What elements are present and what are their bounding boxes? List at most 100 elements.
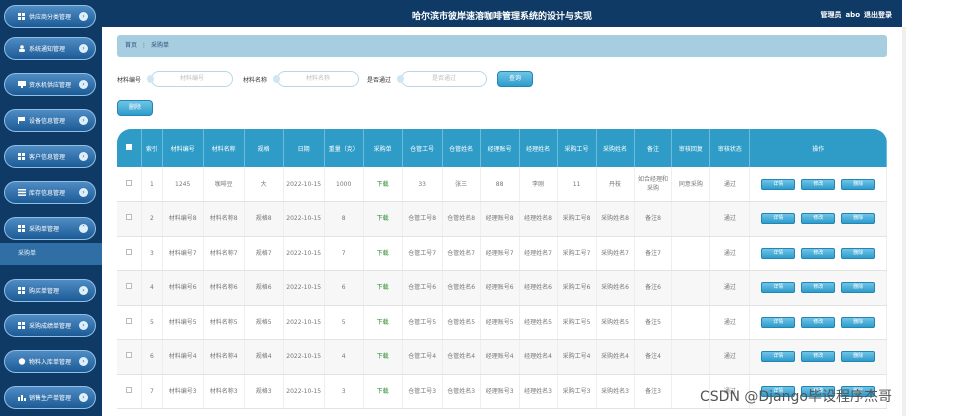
delete-button[interactable]: 删除 [841,316,876,328]
row-select-cell[interactable] [117,374,143,409]
row-checkbox[interactable] [126,179,133,186]
sidebar-item-purchase-order[interactable]: 采购单管理 ˄ [4,217,96,240]
sidebar-item-material-in[interactable]: 物料入库单管理 › [4,350,96,373]
cell-wk-name: 张三 [442,167,481,202]
edit-button[interactable]: 修改 [801,282,836,294]
detail-button[interactable]: 详情 [761,282,796,294]
row-select-cell[interactable] [117,236,143,271]
grid-icon [18,153,26,160]
sidebar-item-customer[interactable]: 客户信息管理 › [4,145,96,168]
cell-wk-no: 仓管工号4 [402,339,443,375]
col-header: 仓管工号 [402,129,443,167]
row-checkbox[interactable] [126,214,133,221]
cell-idx: 4 [141,270,163,306]
cell-no: 材料编号7 [162,236,204,271]
sidebar-subitem-purchase-order[interactable]: 采购单 [0,243,102,265]
delete-button[interactable]: 删除 [841,178,876,190]
cell-spec: 大 [244,167,284,202]
cell-doc[interactable]: 下载 [363,305,403,340]
detail-button[interactable]: 详情 [761,316,796,328]
material-no-input[interactable]: 材料编号 [147,71,233,87]
delete-button[interactable]: 删除 [841,213,876,225]
delete-button[interactable]: 删除 [841,282,876,294]
row-select-cell[interactable] [117,305,143,340]
sidebar-item-label: 销售生产单管理 [29,395,72,402]
logout-link[interactable]: 退出登录 [864,11,892,19]
edit-button[interactable]: 修改 [801,247,836,259]
col-header: 材料编号 [162,129,204,167]
cell-idx: 1 [141,167,163,202]
row-select-cell[interactable] [117,201,143,237]
delete-button[interactable]: 删除 [841,351,876,363]
edit-button[interactable]: 修改 [801,178,836,190]
sidebar-item-notice[interactable]: 系统通知管理 › [4,37,96,60]
col-header: 操作 [749,129,887,167]
cell-mgr-no: 经理账号6 [480,270,520,306]
col-header: 备注 [634,129,673,167]
sidebar-item-supplier-category[interactable]: 供应商分类管理 › [4,5,96,28]
cell-reply [671,305,711,340]
row-select-cell[interactable] [117,339,143,375]
row-checkbox[interactable] [126,283,133,290]
edit-button[interactable]: 修改 [801,213,836,225]
cell-status: 通过 [709,236,751,271]
sidebar-item-inventory[interactable]: 库存信息管理 › [4,181,96,204]
delete-button[interactable]: 删除 [841,247,876,259]
breadcrumb-home[interactable]: 首页 [125,42,137,49]
sidebar-item-equipment[interactable]: 设备信息管理 › [4,109,96,132]
cell-mgr-name: 经理姓名4 [519,339,558,375]
cell-weight: 4 [324,339,364,375]
row-select-cell[interactable] [117,270,143,306]
material-no-label: 材料编号 [117,77,142,84]
grid-icon [18,13,26,20]
detail-button[interactable]: 详情 [761,247,796,259]
detail-button[interactable]: 详情 [761,213,796,225]
chevron-icon: › [79,12,88,21]
edit-button[interactable]: 修改 [801,316,836,328]
cell-doc[interactable]: 下载 [363,339,403,375]
cell-doc[interactable]: 下载 [363,236,403,271]
sidebar-item-buy-order[interactable]: 购买单管理 › [4,279,96,302]
row-checkbox[interactable] [126,352,133,359]
query-button[interactable]: 查询 [497,71,533,87]
cell-idx: 3 [141,236,163,271]
cell-doc[interactable]: 下载 [363,201,403,237]
sidebar-item-label: 采购成绩单管理 [29,323,72,330]
edit-button[interactable]: 修改 [801,351,836,363]
detail-button[interactable]: 详情 [761,178,796,190]
batch-delete-button[interactable]: 删除 [117,100,153,116]
sidebar-item-water-supply[interactable]: 资水机供应管理 › [4,73,96,96]
row-checkbox[interactable] [126,317,133,324]
input-cap [147,75,154,83]
row-select-cell[interactable] [117,167,143,202]
cell-mgr-name: 经理姓名8 [519,201,558,237]
select-all-checkbox[interactable] [126,144,133,150]
col-header: 采购姓名 [596,129,635,167]
row-checkbox[interactable] [126,386,133,393]
material-name-input[interactable]: 材料名称 [273,71,359,87]
cell-doc[interactable]: 下载 [363,270,403,306]
cell-doc[interactable]: 下载 [363,167,403,202]
cell-buy-no: 采购工号8 [557,201,597,237]
cell-reply [671,270,711,306]
sidebar-item-sales-production[interactable]: 销售生产单管理 › [4,386,96,409]
row-actions: 详情 修改 删除 [749,236,887,271]
cell-wk-no: 仓管工号5 [402,305,443,340]
col-header: 经理姓名 [519,129,558,167]
sidebar-item-purchase-score[interactable]: 采购成绩单管理 › [4,314,96,337]
cell-note: 备注3 [634,374,673,409]
sidebar-item-label: 资水机供应管理 [29,82,72,89]
cell-buy-no: 采购工号5 [557,305,597,340]
chevron-up-icon: ˄ [79,224,88,233]
scrollbar[interactable] [902,27,906,416]
approved-select[interactable]: 是否通过 [397,71,487,87]
cell-doc[interactable]: 下载 [363,374,403,409]
cell-no: 材料编号8 [162,201,204,237]
sidebar-item-label: 设备信息管理 [29,118,66,125]
col-header: 日期 [283,129,325,167]
select-all-cell[interactable] [117,129,143,167]
cell-buy-name: 采购姓名5 [596,305,635,340]
detail-button[interactable]: 详情 [761,351,796,363]
row-checkbox[interactable] [126,248,133,255]
cell-date: 2022-10-15 [283,201,325,237]
